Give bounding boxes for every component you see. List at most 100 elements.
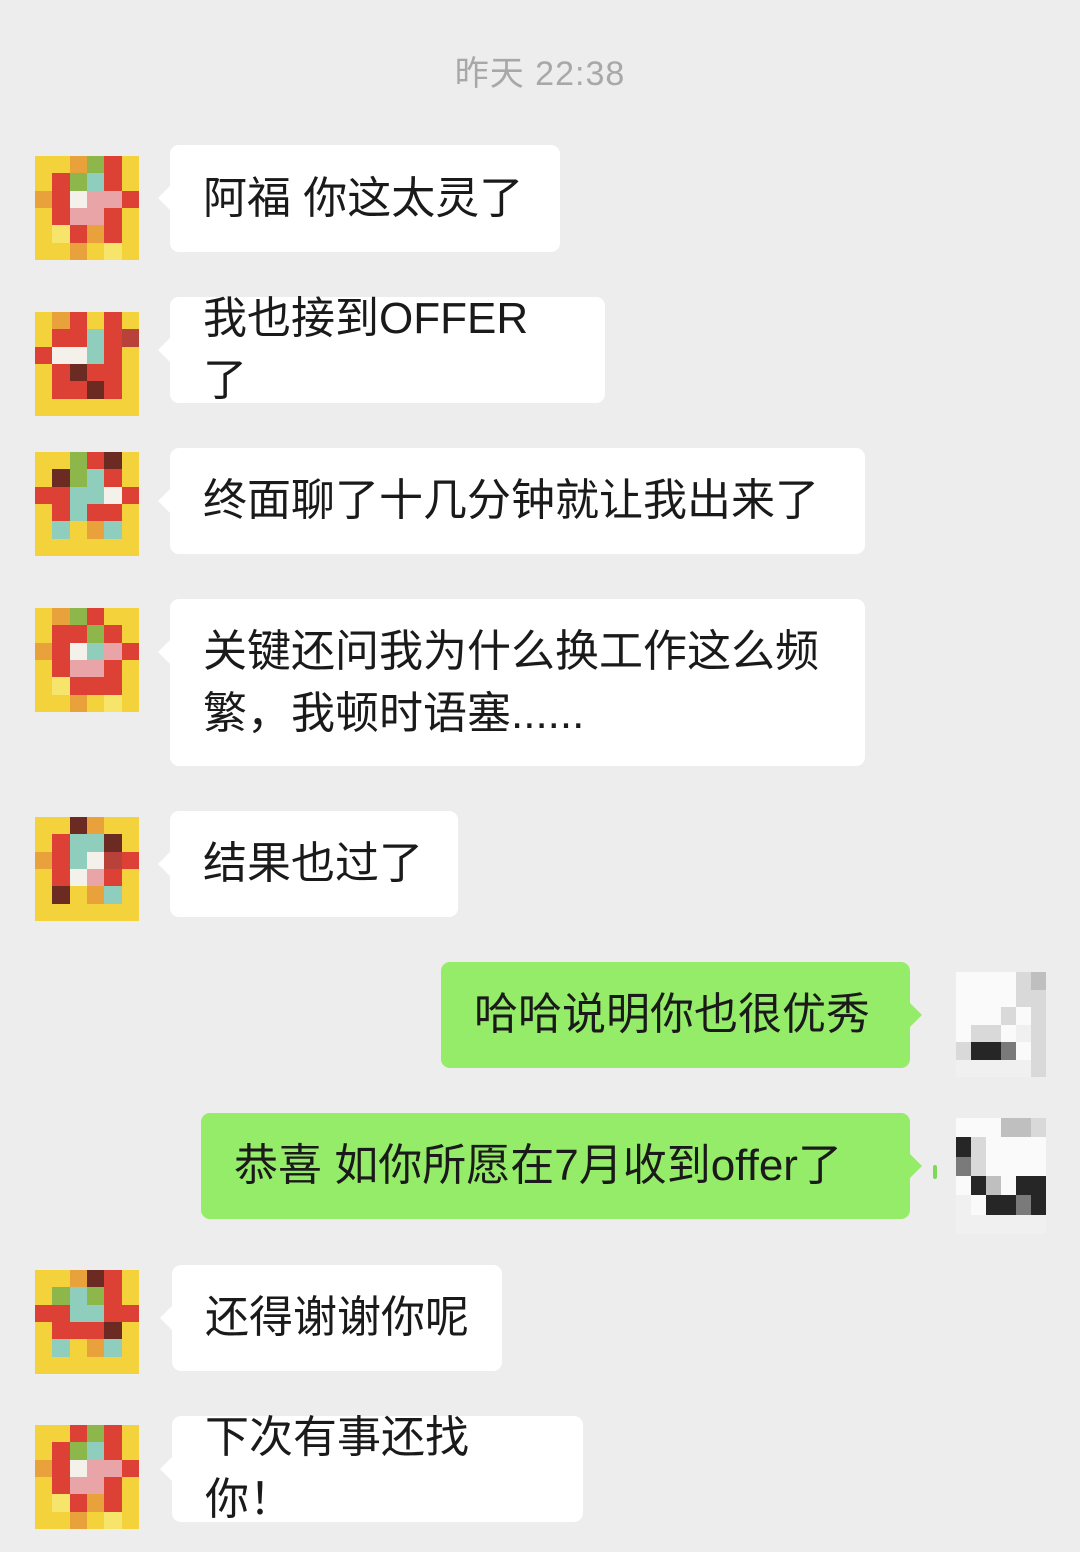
avatar-mosaic-cell bbox=[69, 1287, 87, 1305]
avatar-mosaic-cell bbox=[52, 1459, 70, 1477]
avatar-mosaic-cell bbox=[121, 486, 139, 504]
avatar-mosaic-cell bbox=[35, 242, 53, 260]
avatar-mosaic-cell bbox=[69, 1459, 87, 1477]
avatar-mosaic-cell bbox=[35, 208, 53, 226]
avatar-mosaic-cell bbox=[87, 694, 105, 712]
avatar-mosaic-cell bbox=[1016, 989, 1031, 1007]
avatar-mosaic-cell bbox=[52, 521, 70, 539]
incoming-message-bubble[interactable]: 下次有事还找你！ bbox=[160, 1413, 583, 1524]
avatar-mosaic-cell bbox=[104, 469, 122, 487]
contact-avatar[interactable] bbox=[35, 312, 139, 416]
avatar-mosaic-cell bbox=[35, 173, 53, 191]
avatar-mosaic-cell bbox=[121, 1270, 139, 1288]
avatar-mosaic-cell bbox=[87, 538, 105, 556]
avatar-mosaic-cell bbox=[35, 869, 53, 887]
avatar-mosaic-cell bbox=[121, 886, 139, 904]
contact-avatar[interactable] bbox=[35, 156, 139, 260]
avatar-mosaic-cell bbox=[35, 1442, 53, 1460]
avatar-mosaic-cell bbox=[956, 1024, 971, 1042]
incoming-message-bubble[interactable]: 还得谢谢你呢 bbox=[160, 1265, 502, 1371]
avatar-mosaic-cell bbox=[69, 834, 87, 852]
avatar-mosaic-cell bbox=[52, 486, 70, 504]
avatar-mosaic-cell bbox=[35, 156, 53, 174]
avatar-mosaic-cell bbox=[104, 504, 122, 522]
incoming-message-bubble[interactable]: 阿福 你这太灵了 bbox=[158, 145, 560, 252]
avatar-mosaic-cell bbox=[104, 156, 122, 174]
avatar-mosaic-cell bbox=[986, 989, 1001, 1007]
message-timestamp: 昨天 22:38 bbox=[454, 55, 626, 93]
avatar-mosaic-cell bbox=[52, 851, 70, 869]
avatar-mosaic-cell bbox=[35, 1459, 53, 1477]
avatar-mosaic-cell bbox=[1016, 1137, 1031, 1157]
avatar-mosaic-cell bbox=[1016, 1024, 1031, 1042]
avatar-mosaic-cell bbox=[87, 329, 105, 347]
avatar-mosaic-cell bbox=[1001, 1156, 1016, 1176]
avatar-mosaic-cell bbox=[87, 886, 105, 904]
avatar-mosaic-cell bbox=[1016, 1059, 1031, 1077]
avatar-mosaic-cell bbox=[35, 190, 53, 208]
avatar-mosaic-cell bbox=[52, 1287, 70, 1305]
avatar-mosaic-cell bbox=[69, 1494, 87, 1512]
avatar-mosaic-cell bbox=[52, 677, 70, 695]
avatar-mosaic-cell bbox=[87, 469, 105, 487]
avatar-mosaic-cell bbox=[69, 398, 87, 416]
avatar-mosaic-cell bbox=[52, 694, 70, 712]
avatar-mosaic-cell bbox=[104, 1425, 122, 1443]
avatar-mosaic-cell bbox=[69, 625, 87, 643]
avatar-mosaic-cell bbox=[69, 1270, 87, 1288]
contact-avatar[interactable] bbox=[35, 817, 139, 921]
avatar-mosaic-cell bbox=[104, 1270, 122, 1288]
contact-avatar[interactable] bbox=[35, 1270, 139, 1374]
avatar-mosaic-cell bbox=[52, 642, 70, 660]
contact-avatar[interactable] bbox=[35, 608, 139, 712]
avatar-mosaic-cell bbox=[1016, 1176, 1031, 1196]
avatar-mosaic-cell bbox=[35, 538, 53, 556]
avatar-mosaic-cell bbox=[104, 312, 122, 330]
incoming-message-bubble[interactable]: 我也接到OFFER了 bbox=[158, 294, 605, 405]
avatar-mosaic-cell bbox=[104, 398, 122, 416]
avatar-mosaic-cell bbox=[87, 1477, 105, 1495]
avatar-mosaic-cell bbox=[1031, 1214, 1046, 1234]
message-text: 下次有事还找你！ bbox=[205, 1413, 469, 1524]
avatar-mosaic-cell bbox=[52, 1270, 70, 1288]
avatar-mosaic-cell bbox=[52, 1322, 70, 1340]
avatar-mosaic-cell bbox=[35, 1356, 53, 1374]
contact-avatar[interactable] bbox=[35, 1425, 139, 1529]
self-avatar[interactable] bbox=[956, 972, 1046, 1077]
avatar-mosaic-cell bbox=[87, 869, 105, 887]
avatar-mosaic-cell bbox=[121, 1425, 139, 1443]
incoming-message-bubble[interactable]: 结果也过了 bbox=[158, 811, 458, 917]
avatar-mosaic-cell bbox=[971, 1195, 986, 1215]
avatar-mosaic-cell bbox=[35, 817, 53, 835]
contact-avatar[interactable] bbox=[35, 452, 139, 556]
outgoing-message-bubble[interactable]: 恭喜 如你所愿在7月收到offer了 bbox=[201, 1113, 922, 1219]
avatar-mosaic-cell bbox=[121, 504, 139, 522]
chat-message-list[interactable]: 昨天 22:38 阿福 你这太灵了 我也接到OFFER了 终面聊了十几分钟就让我… bbox=[0, 0, 1080, 1552]
avatar-mosaic-cell bbox=[104, 851, 122, 869]
avatar-mosaic-cell bbox=[87, 346, 105, 364]
avatar-mosaic-cell bbox=[1031, 1059, 1046, 1077]
avatar-mosaic-cell bbox=[971, 1176, 986, 1196]
avatar-mosaic-cell bbox=[1016, 1118, 1031, 1138]
avatar-mosaic-cell bbox=[1031, 1118, 1046, 1138]
avatar-mosaic-cell bbox=[52, 834, 70, 852]
avatar-mosaic-cell bbox=[87, 1494, 105, 1512]
avatar-mosaic-cell bbox=[52, 364, 70, 382]
avatar-mosaic-cell bbox=[52, 1442, 70, 1460]
avatar-mosaic-cell bbox=[104, 1322, 122, 1340]
avatar-mosaic-cell bbox=[956, 1118, 971, 1138]
avatar-mosaic-cell bbox=[104, 173, 122, 191]
avatar-mosaic-cell bbox=[1001, 1007, 1016, 1025]
avatar-mosaic-cell bbox=[1031, 1195, 1046, 1215]
incoming-message-bubble[interactable]: 关键还问我为什么换工作这么频繁，我顿时语塞...... bbox=[158, 599, 865, 766]
avatar-mosaic-cell bbox=[986, 1195, 1001, 1215]
avatar-mosaic-cell bbox=[87, 817, 105, 835]
avatar-mosaic-cell bbox=[121, 173, 139, 191]
outgoing-message-bubble[interactable]: 哈哈说明你也很优秀 bbox=[441, 962, 922, 1068]
avatar-mosaic-cell bbox=[87, 1442, 105, 1460]
incoming-message-bubble[interactable]: 终面聊了十几分钟就让我出来了 bbox=[158, 448, 865, 554]
avatar-mosaic-cell bbox=[104, 886, 122, 904]
avatar-mosaic-cell bbox=[986, 1137, 1001, 1157]
avatar-mosaic-cell bbox=[971, 1024, 986, 1042]
self-avatar[interactable] bbox=[956, 1118, 1046, 1234]
